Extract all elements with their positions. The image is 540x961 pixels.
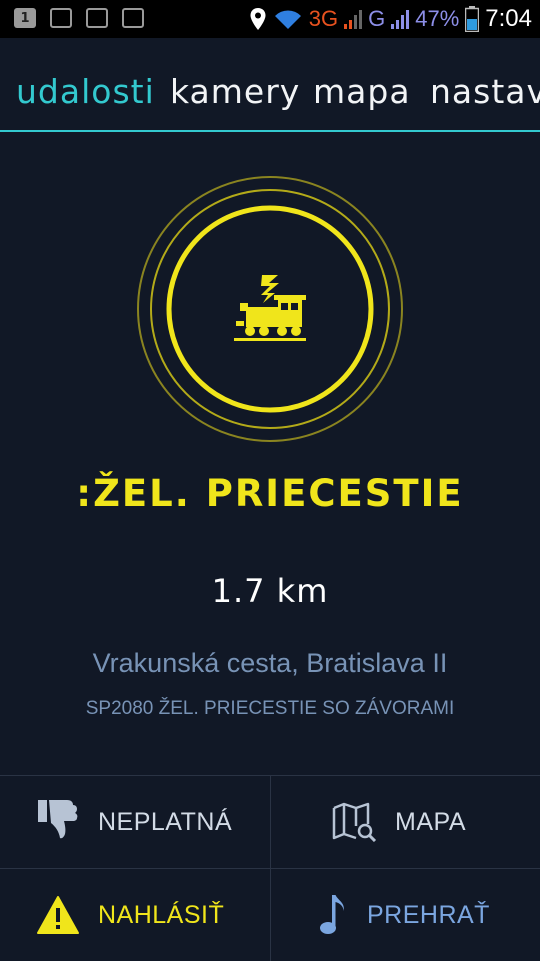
- signal-g-icon: [391, 9, 410, 29]
- mail-notification-icon: [122, 8, 144, 28]
- warning-icon: [34, 891, 82, 939]
- tab-udalosti[interactable]: udalosti: [16, 72, 155, 111]
- invalid-button[interactable]: NEPLATNÁ: [0, 776, 270, 868]
- map-button[interactable]: MAPA: [270, 776, 540, 868]
- clock: 7:04: [485, 5, 532, 32]
- status-bar: 1 3G G 47% 7:04: [0, 0, 540, 38]
- event-title: :ŽEL. PRIECESTIE: [76, 472, 464, 515]
- invalid-label: NEPLATNÁ: [98, 807, 233, 836]
- thumbs-down-icon: [34, 798, 82, 846]
- notification-count-icon: 1: [14, 8, 36, 28]
- play-label: PREHRAŤ: [367, 900, 490, 929]
- train-crossing-icon: [234, 275, 306, 341]
- network-g-label: G: [368, 6, 386, 31]
- report-button[interactable]: NAHLÁSIŤ: [0, 868, 270, 961]
- location-icon: [250, 8, 266, 30]
- map-search-icon: [331, 798, 379, 846]
- signal-3g-icon: [344, 9, 363, 29]
- music-note-icon: [317, 891, 347, 939]
- tab-bar: udalosti kamery mapa nastav: [0, 38, 540, 132]
- tab-kamery[interactable]: kamery: [170, 72, 300, 111]
- tab-nastavenia[interactable]: nastav: [430, 72, 540, 111]
- play-button[interactable]: PREHRAŤ: [270, 868, 540, 961]
- report-label: NAHLÁSIŤ: [98, 900, 225, 929]
- image-notification-icon: [50, 8, 72, 28]
- event-ring: [136, 175, 404, 443]
- tab-mapa[interactable]: mapa: [313, 72, 411, 111]
- battery-icon: [465, 6, 480, 32]
- wifi-icon: [274, 10, 301, 29]
- event-distance: 1.7 km: [211, 572, 329, 610]
- map-label: MAPA: [395, 807, 466, 836]
- network-3g-label: 3G: [308, 6, 339, 31]
- battery-percent: 47%: [415, 6, 460, 31]
- action-grid: NEPLATNÁ MAPA NAHLÁSIŤ PREHRAŤ: [0, 775, 540, 961]
- event-address: Vrakunská cesta, Bratislava II: [92, 648, 448, 678]
- app-notification-icon: [86, 8, 108, 28]
- event-description: SP2080 ŽEL. PRIECESTIE SO ZÁVORAMI: [85, 698, 455, 719]
